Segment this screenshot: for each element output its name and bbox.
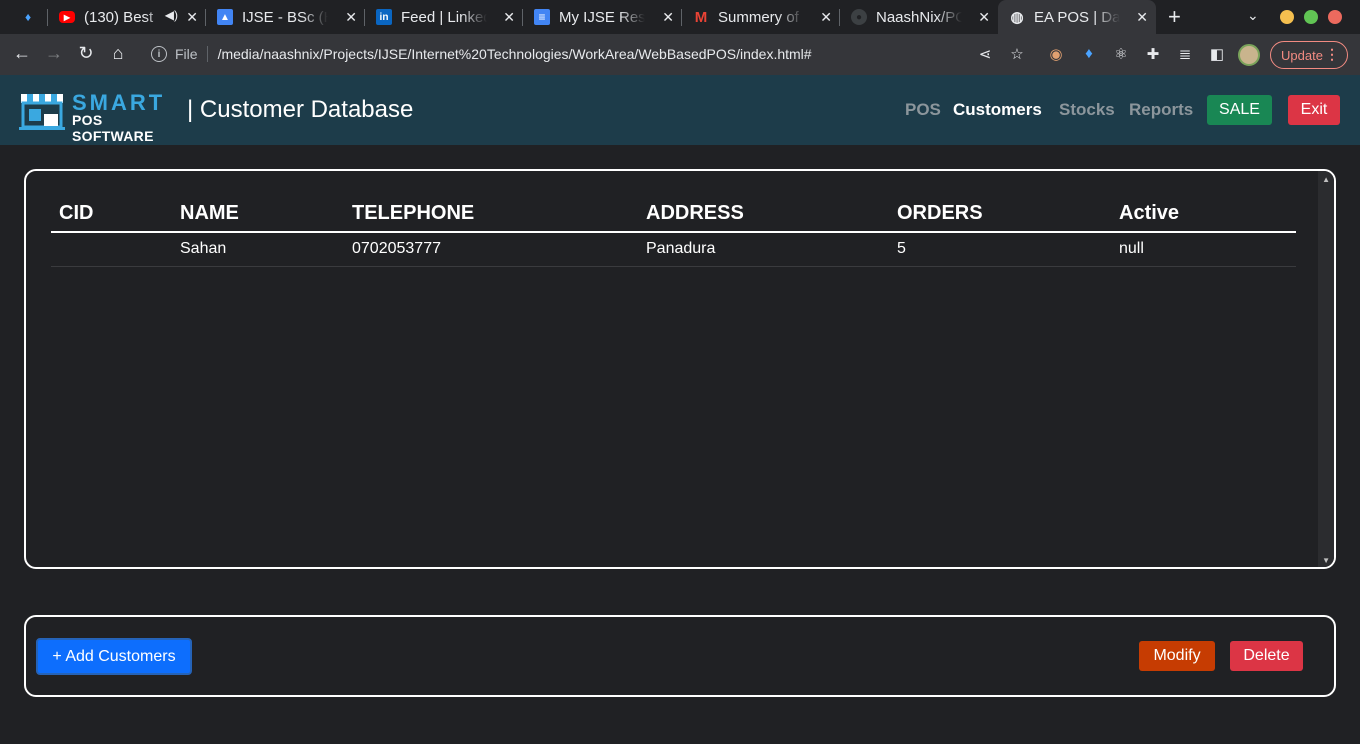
close-icon[interactable]: ✕ — [186, 9, 198, 26]
delete-button[interactable]: Delete — [1230, 641, 1303, 671]
gem-extension-icon[interactable]: ♦ — [1079, 45, 1099, 62]
react-icon[interactable]: ⚛ — [1111, 45, 1131, 63]
audio-icon[interactable]: ◀) — [165, 8, 178, 22]
tab-title: Summery of M — [718, 8, 804, 26]
update-button[interactable]: Update ⋮ — [1270, 41, 1348, 69]
maximize-button[interactable] — [1304, 10, 1318, 24]
tab-ijse[interactable]: ▲ IJSE - BSc (H ✕ — [206, 0, 365, 34]
home-icon[interactable]: ⌂ — [107, 43, 129, 64]
app-navbar: SMART POS SOFTWARE | Customer Database P… — [0, 75, 1360, 145]
update-label: Update — [1281, 47, 1323, 63]
tab-youtube[interactable]: ▶ (130) Best ◀) ✕ — [48, 0, 206, 34]
info-icon[interactable]: i — [151, 46, 167, 62]
tab-title: EA POS | Das — [1034, 8, 1120, 26]
address-bar[interactable]: i File /media/naashnix/Projects/IJSE/Int… — [140, 36, 1040, 72]
column-header-orders[interactable]: ORDERS — [889, 199, 1111, 233]
star-icon[interactable]: ☆ — [1007, 45, 1027, 63]
cell-orders: 5 — [889, 232, 1111, 267]
media-icon[interactable]: ≣ — [1175, 45, 1195, 63]
customer-table-panel: ▲ ▼ CID NAME TELEPHONE ADDRESS ORDERS Ac… — [24, 169, 1336, 569]
browser-tab-strip: ♦ ▶ (130) Best ◀) ✕ ▲ IJSE - BSc (H ✕ in… — [0, 0, 1360, 34]
share-icon[interactable]: ⋖ — [975, 45, 995, 63]
scroll-up-icon[interactable]: ▲ — [1322, 175, 1330, 184]
action-panel: + Add Customers Modify Delete — [24, 615, 1336, 697]
chevron-down-icon[interactable]: ⌄ — [1247, 7, 1259, 24]
column-header-name[interactable]: NAME — [172, 199, 344, 233]
back-icon[interactable]: ← — [11, 43, 33, 64]
nav-pos[interactable]: POS — [905, 100, 941, 120]
new-tab-icon[interactable]: + — [1168, 4, 1181, 30]
tab-ea-pos[interactable]: ◍ EA POS | Das ✕ — [998, 0, 1156, 34]
close-icon[interactable]: ✕ — [978, 9, 990, 26]
column-header-address[interactable]: ADDRESS — [638, 199, 889, 233]
close-icon[interactable]: ✕ — [662, 9, 674, 26]
gem-icon: ♦ — [24, 10, 32, 24]
divider — [206, 46, 208, 62]
linkedin-icon: in — [376, 9, 392, 25]
cell-active: null — [1111, 232, 1296, 267]
tab-title: Feed | Linkedl — [401, 8, 487, 26]
store-icon — [19, 94, 65, 130]
nav-stocks[interactable]: Stocks — [1059, 100, 1115, 120]
scrollbar[interactable]: ▲ ▼ — [1318, 171, 1334, 567]
column-header-active[interactable]: Active — [1111, 199, 1296, 233]
table-header-row: CID NAME TELEPHONE ADDRESS ORDERS Active — [51, 199, 1296, 233]
tab-title: NaashNix/PO — [876, 8, 962, 26]
google-sites-icon: ▲ — [217, 9, 233, 25]
cell-name: Sahan — [172, 232, 344, 267]
nav-reports[interactable]: Reports — [1129, 100, 1193, 120]
youtube-icon: ▶ — [59, 11, 75, 23]
profile-avatar[interactable] — [1238, 44, 1260, 66]
cell-telephone: 0702053777 — [344, 232, 638, 267]
column-header-telephone[interactable]: TELEPHONE — [344, 199, 638, 233]
url-text[interactable]: /media/naashnix/Projects/IJSE/Internet%2… — [218, 46, 812, 62]
page-title: | Customer Database — [187, 96, 414, 123]
scroll-down-icon[interactable]: ▼ — [1322, 556, 1330, 565]
close-icon[interactable]: ✕ — [820, 9, 832, 26]
tab-title: IJSE - BSc (H — [242, 8, 328, 26]
tab-docs[interactable]: ≡ My IJSE Resu ✕ — [523, 0, 682, 34]
modify-button[interactable]: Modify — [1139, 641, 1215, 671]
tab-pinned[interactable]: ♦ — [0, 0, 48, 34]
reload-icon[interactable]: ↻ — [75, 43, 97, 64]
github-icon: ● — [851, 9, 867, 25]
close-icon[interactable]: ✕ — [1136, 9, 1148, 26]
tab-title: My IJSE Resu — [559, 8, 645, 26]
browser-toolbar: ← → ↻ ⌂ i File /media/naashnix/Projects/… — [0, 34, 1360, 75]
kebab-menu-icon[interactable]: ⋮ — [1325, 46, 1339, 63]
google-docs-icon: ≡ — [534, 9, 550, 25]
add-customers-button[interactable]: + Add Customers — [36, 638, 192, 675]
logo[interactable]: SMART POS SOFTWARE — [18, 90, 168, 144]
logo-line2: POS SOFTWARE — [72, 112, 154, 144]
close-icon[interactable]: ✕ — [503, 9, 515, 26]
close-icon[interactable]: ✕ — [345, 9, 357, 26]
close-window-button[interactable] — [1328, 10, 1342, 24]
minimize-button[interactable] — [1280, 10, 1294, 24]
nav-customers[interactable]: Customers — [953, 100, 1042, 120]
cell-address: Panadura — [638, 232, 889, 267]
globe-icon: ◍ — [1010, 9, 1024, 26]
column-header-cid[interactable]: CID — [51, 199, 172, 233]
table-row[interactable]: Sahan 0702053777 Panadura 5 null — [51, 232, 1296, 267]
tab-title: (130) Best — [84, 8, 154, 26]
forward-icon[interactable]: → — [43, 43, 65, 64]
tab-linkedin[interactable]: in Feed | Linkedl ✕ — [365, 0, 523, 34]
extension-face-icon[interactable]: ◉ — [1046, 45, 1066, 63]
puzzle-icon[interactable]: ✚ — [1143, 45, 1163, 63]
sale-button[interactable]: SALE — [1207, 95, 1272, 125]
tab-github[interactable]: ● NaashNix/PO ✕ — [840, 0, 998, 34]
cell-cid — [51, 232, 172, 267]
sidebar-icon[interactable]: ◧ — [1207, 45, 1227, 63]
tab-gmail[interactable]: M Summery of M ✕ — [682, 0, 840, 34]
customer-table: CID NAME TELEPHONE ADDRESS ORDERS Active… — [51, 199, 1296, 267]
gmail-icon: M — [694, 8, 708, 26]
scheme-label: File — [175, 46, 198, 62]
exit-button[interactable]: Exit — [1288, 95, 1340, 125]
